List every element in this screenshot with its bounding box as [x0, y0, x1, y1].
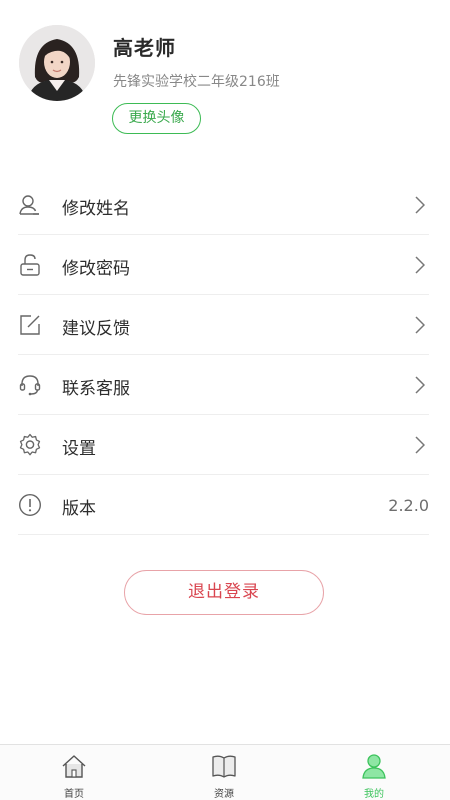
- avatar[interactable]: [19, 25, 95, 101]
- menu-item-contact-support[interactable]: 联系客服: [18, 355, 429, 415]
- menu-item-label: 建议反馈: [62, 319, 130, 339]
- person-icon: [362, 754, 386, 779]
- tab-label: 首页: [64, 789, 84, 800]
- user-icon: [19, 195, 39, 215]
- book-icon: [212, 755, 236, 778]
- headset-icon: [19, 375, 41, 396]
- tab-mine[interactable]: 我的: [314, 745, 434, 800]
- chevron-right-icon: [415, 256, 425, 274]
- chevron-right-icon: [415, 196, 425, 214]
- menu-item-settings[interactable]: 设置: [18, 415, 429, 475]
- menu-item-label: 联系客服: [62, 379, 130, 399]
- bottom-tab-bar: 首页 资源 我的: [0, 744, 450, 800]
- menu-item-label: 版本: [62, 499, 96, 519]
- edit-icon: [20, 315, 40, 335]
- info-icon: [18, 493, 42, 517]
- chevron-right-icon: [415, 316, 425, 334]
- menu-item-label: 修改姓名: [62, 199, 130, 219]
- avatar-image: [19, 25, 95, 101]
- profile-header: 高老师 先锋实验学校二年级216班 更换头像: [0, 0, 450, 150]
- tab-label: 我的: [364, 789, 384, 800]
- chevron-right-icon: [415, 376, 425, 394]
- menu-item-label: 设置: [62, 439, 96, 459]
- user-name: 高老师: [113, 36, 176, 60]
- tab-label: 资源: [214, 789, 234, 800]
- logout-button[interactable]: 退出登录: [124, 570, 324, 615]
- unlock-icon: [20, 254, 40, 276]
- menu-item-label: 修改密码: [62, 259, 130, 279]
- menu-item-edit-name[interactable]: 修改姓名: [18, 175, 429, 235]
- change-avatar-button[interactable]: 更换头像: [112, 103, 201, 134]
- version-number: 2.2.0: [388, 496, 429, 515]
- tab-home[interactable]: 首页: [14, 745, 134, 800]
- menu-item-feedback[interactable]: 建议反馈: [18, 295, 429, 355]
- menu-item-version: 版本 2.2.0: [18, 475, 429, 535]
- home-icon: [62, 755, 86, 778]
- menu-item-change-password[interactable]: 修改密码: [18, 235, 429, 295]
- chevron-right-icon: [415, 436, 425, 454]
- user-school-class: 先锋实验学校二年级216班: [113, 74, 280, 90]
- settings-menu: 修改姓名 修改密码 建议反馈 联系客服 设置 版本 2.2.0: [18, 175, 429, 535]
- gear-icon: [19, 433, 41, 456]
- tab-resources[interactable]: 资源: [164, 745, 284, 800]
